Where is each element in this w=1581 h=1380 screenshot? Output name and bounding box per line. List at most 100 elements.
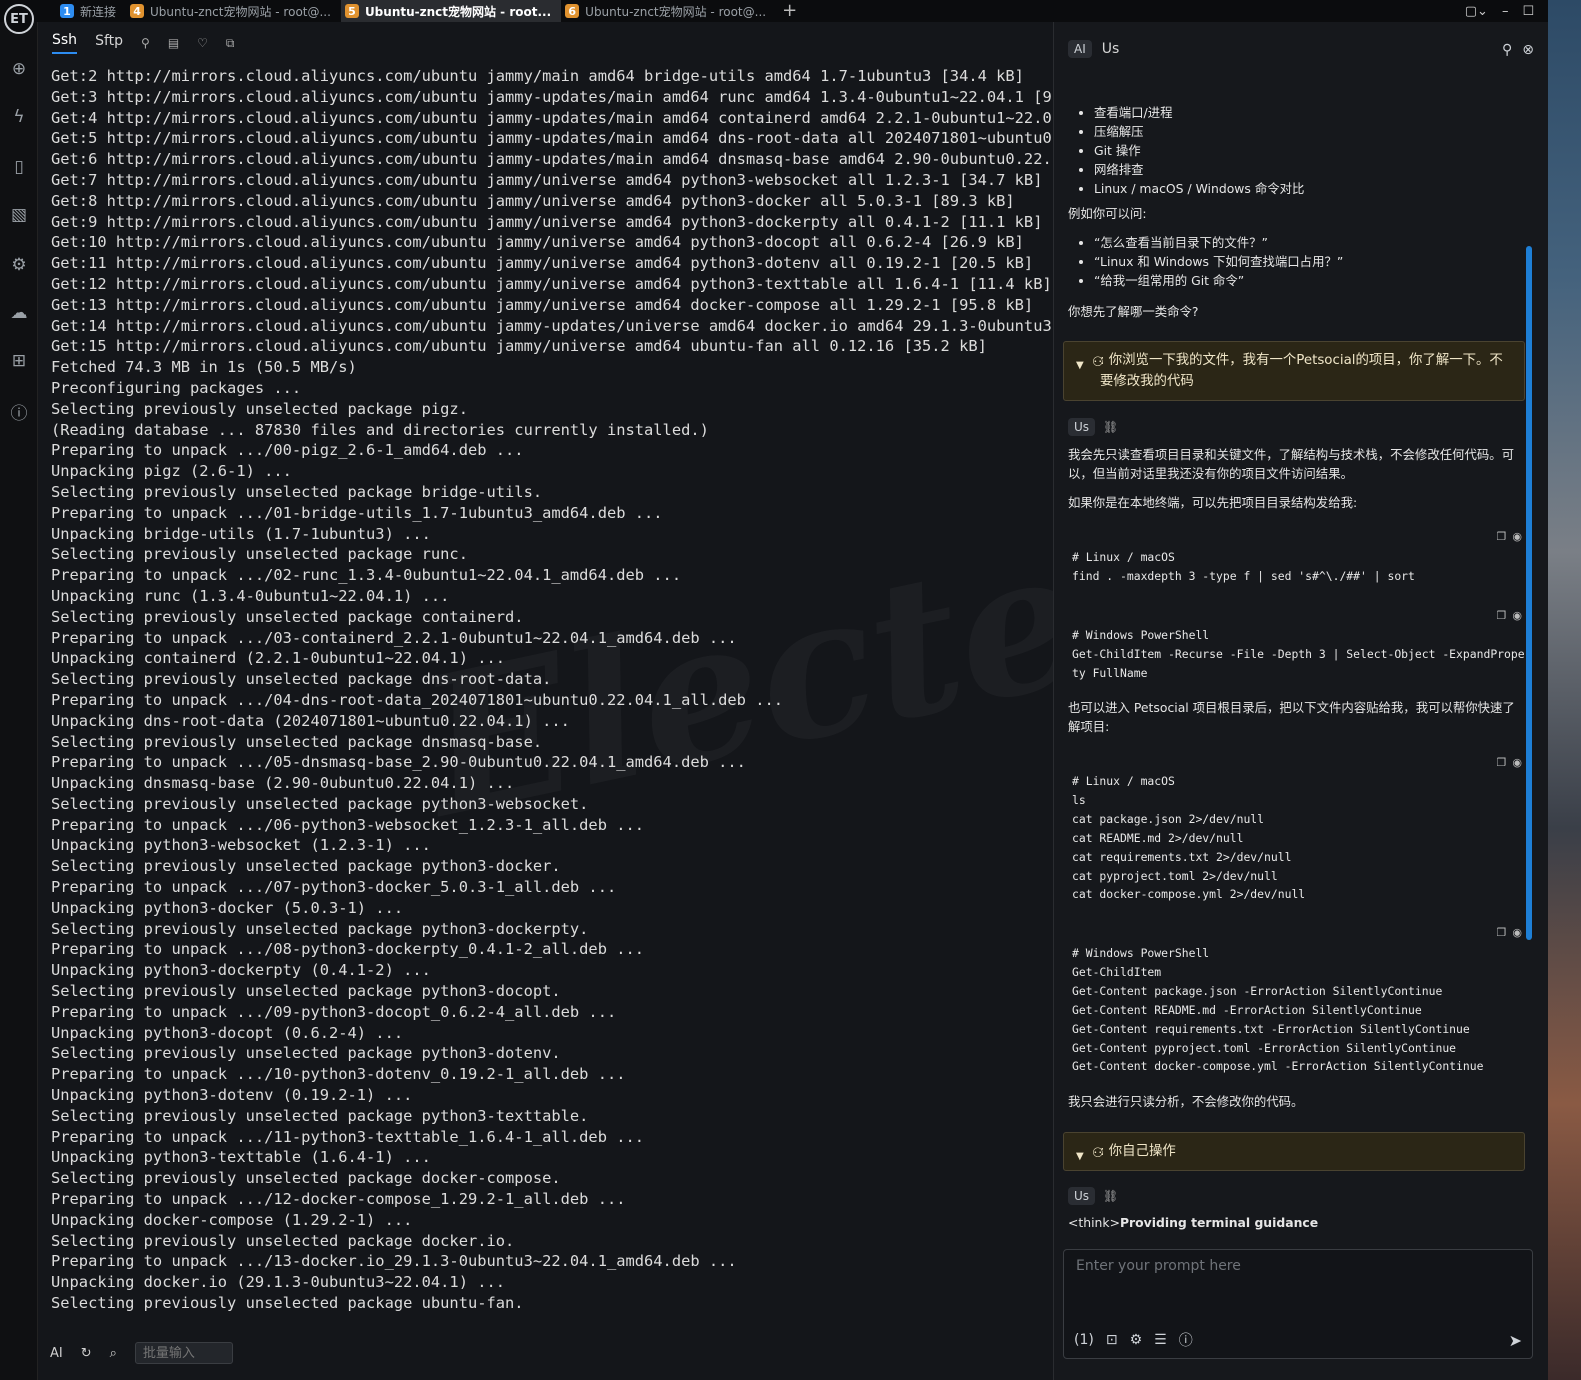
app-logo: ET (4, 4, 34, 34)
code-block[interactable]: # Linux / macOS find . -maxdepth 3 -type… (1072, 548, 1527, 586)
terminal-line: Selecting previously unselected package … (51, 1044, 561, 1063)
terminal-output[interactable]: Get:2 http://mirrors.cloud.aliyuncs.com/… (44, 66, 1052, 1320)
image-icon[interactable]: ▧ (8, 204, 30, 226)
list-icon[interactable]: ☰ (1154, 1332, 1167, 1348)
ai-panel: AI Us ⚲ ⊗ 查看端口/进程 压缩解压 Git 操作 网络排查 Linux… (1054, 22, 1548, 1380)
copy-icon[interactable]: ❐ (1497, 530, 1507, 543)
add-icon[interactable]: ⊕ (8, 58, 30, 80)
session-tab[interactable]: 6 Ubuntu-znct宠物网站 - root@... (561, 0, 776, 22)
reply-header: Us ⛓ (1068, 1187, 1118, 1205)
us-badge: Us (1068, 418, 1096, 436)
history-icon[interactable]: ↻ (81, 1346, 92, 1361)
app-window: 1 新连接 4 Ubuntu-znct宠物网站 - root@... 5 Ubuntu-z… (0, 0, 1581, 1380)
copy-icon[interactable]: ❐ (1497, 756, 1507, 769)
collapse-caret-icon[interactable]: ▼ (1076, 1146, 1084, 1167)
copy-icon[interactable]: ❐ (1497, 609, 1507, 622)
run-icon[interactable]: ◉ (1512, 530, 1522, 543)
run-icon[interactable]: ◉ (1512, 926, 1522, 939)
prompt-input[interactable]: Enter your prompt here (1076, 1258, 1241, 1274)
tab-number: 6 (565, 4, 580, 18)
terminal-line: Preparing to unpack .../05-dnsmasq-base_… (51, 753, 746, 772)
user-message-text: : 你浏览一下我的文件，我有一个Petsocial的项目，你了解一下。不要修改我… (1100, 353, 1503, 389)
batch-input[interactable] (134, 1342, 233, 1364)
chat-history[interactable]: 查看端口/进程 压缩解压 Git 操作 网络排查 Linux / macOS /… (1054, 84, 1548, 1252)
terminal-line: Get:5 http://mirrors.cloud.aliyuncs.com/… (51, 129, 1052, 148)
ai-header-buttons: ⚲ ⊗ (1502, 42, 1534, 58)
minimize-icon[interactable]: – (1502, 4, 1509, 19)
terminal-line: Get:6 http://mirrors.cloud.aliyuncs.com/… (51, 150, 1052, 169)
copy-icon[interactable]: ❐ (1497, 926, 1507, 939)
settings-icon[interactable]: ⚙ (8, 254, 30, 276)
grid-icon[interactable]: ⊞ (8, 350, 30, 372)
code-toolbar: ❐ ◉ (1497, 756, 1522, 769)
search-icon[interactable]: ⌕ (110, 1346, 117, 1361)
close-panel-icon[interactable]: ⊗ (1522, 42, 1534, 58)
terminal-line: Preparing to unpack .../13-docker.io_29.… (51, 1252, 737, 1271)
run-icon[interactable]: ◉ (1512, 756, 1522, 769)
session-tab[interactable]: 1 新连接 (56, 0, 126, 22)
terminal-line: Unpacking dnsmasq-base (2.90-0ubuntu0.22… (51, 774, 515, 793)
run-icon[interactable]: ◉ (1512, 609, 1522, 622)
cloud-icon[interactable]: ☁ (8, 302, 30, 324)
terminal-line: Get:9 http://mirrors.cloud.aliyuncs.com/… (51, 212, 1043, 231)
lightning-icon[interactable]: ϟ (8, 106, 30, 128)
window-controls: ▢⌄ – ☐ ✕ (1465, 0, 1559, 22)
us-label[interactable]: Us (1102, 41, 1120, 57)
new-tab-icon[interactable]: + (782, 0, 797, 22)
list-item: 压缩解压 (1094, 123, 1494, 142)
reply-paragraph: 如果你是在本地终端，可以先把项目目录结构发给我: (1068, 495, 1358, 510)
terminal-line: Get:7 http://mirrors.cloud.aliyuncs.com/… (51, 170, 1043, 189)
terminal-line: Selecting previously unselected package … (51, 1231, 515, 1250)
maximize-icon[interactable]: ☐ (1522, 4, 1534, 19)
terminal-line: Preparing to unpack .../07-python3-docke… (51, 878, 617, 897)
ai-badge[interactable]: AI (1068, 40, 1092, 58)
ai-toggle-button[interactable]: AI (50, 1346, 63, 1361)
session-tab[interactable]: 5 Ubuntu-znct宠物网站 - root... (340, 0, 562, 22)
code-block[interactable]: # Windows PowerShell Get-ChildItem Get-C… (1072, 944, 1527, 1076)
code-block[interactable]: # Windows PowerShell Get-ChildItem -Recu… (1072, 626, 1531, 683)
link-icon[interactable]: ⛓ (1103, 420, 1118, 434)
tab-bar: 1 新连接 4 Ubuntu-znct宠物网站 - root@... 5 Ubuntu-z… (0, 0, 1581, 22)
info-icon[interactable]: ⓘ (8, 400, 30, 424)
chat-scrollbar[interactable] (1526, 246, 1532, 940)
help-icon[interactable]: ⓘ (1179, 1330, 1193, 1350)
terminal-line: Get:13 http://mirrors.cloud.aliyuncs.com… (51, 295, 1034, 314)
user-message[interactable]: ▼ ⚇ : 你浏览一下我的文件，我有一个Petsocial的项目，你了解一下。不… (1063, 341, 1525, 401)
terminal-context-icon[interactable]: ⊡ (1106, 1332, 1118, 1348)
terminal-line: Get:12 http://mirrors.cloud.aliyuncs.com… (51, 274, 1052, 293)
user-icon: ⚇ (1092, 1146, 1104, 1161)
terminal-line: Unpacking python3-websocket (1.2.3-1) ..… (51, 836, 431, 855)
pin-icon[interactable]: ⚲ (1502, 42, 1512, 58)
favorite-icon[interactable]: ♡ (197, 36, 208, 50)
collapse-caret-icon[interactable]: ▼ (1076, 355, 1084, 376)
tab-ssh[interactable]: Ssh (52, 32, 78, 54)
terminal-line: Preparing to unpack .../12-docker-compos… (51, 1190, 626, 1209)
terminal-line: Unpacking pigz (2.6-1) ... (51, 462, 292, 481)
prompt-box[interactable]: Enter your prompt here (1) ⊡ ⚙ ☰ ⓘ ➤ (1063, 1249, 1533, 1359)
terminal-line: Unpacking docker.io (29.1.3-0ubuntu3~22.… (51, 1273, 506, 1292)
terminal-line: Get:10 http://mirrors.cloud.aliyuncs.com… (51, 233, 1024, 252)
tab-label: 新连接 (80, 4, 117, 19)
layout-icon[interactable]: ▤ (168, 36, 179, 50)
context-count[interactable]: (1) (1074, 1332, 1094, 1348)
session-tab[interactable]: 4 Ubuntu-znct宠物网站 - root@... (126, 0, 341, 22)
terminal-line: Get:3 http://mirrors.cloud.aliyuncs.com/… (51, 87, 1052, 106)
tab-sftp[interactable]: Sftp (95, 33, 123, 53)
code-block[interactable]: # Linux / macOS ls cat package.json 2>/d… (1072, 772, 1527, 904)
list-item: Linux / macOS / Windows 命令对比 (1094, 180, 1494, 199)
tab-number: 4 (130, 4, 145, 18)
link-icon[interactable]: ⛓ (1103, 1189, 1118, 1203)
tab-number: 5 (344, 4, 359, 18)
follow-up-question: 你想先了解哪一类命令? (1068, 304, 1199, 319)
settings-icon[interactable]: ⚙ (1130, 1332, 1143, 1348)
example-intro: 例如你可以问: (1068, 206, 1147, 221)
bookmark-icon[interactable]: ▯ (8, 156, 30, 178)
terminal-line: Preparing to unpack .../02-runc_1.3.4-0u… (51, 566, 682, 585)
reply-paragraph: 我只会进行只读分析，不会修改你的代码。 (1068, 1094, 1304, 1109)
layout-dropdown-icon[interactable]: ▢⌄ (1465, 4, 1488, 19)
user-message[interactable]: ▼ ⚇ : 你自己操作 (1063, 1132, 1525, 1171)
send-icon[interactable]: ➤ (1509, 1331, 1522, 1350)
network-icon[interactable]: ⧉ (226, 36, 235, 51)
terminal-line: Preparing to unpack .../06-python3-webso… (51, 815, 645, 834)
attach-icon[interactable]: ⚲ (141, 36, 150, 50)
